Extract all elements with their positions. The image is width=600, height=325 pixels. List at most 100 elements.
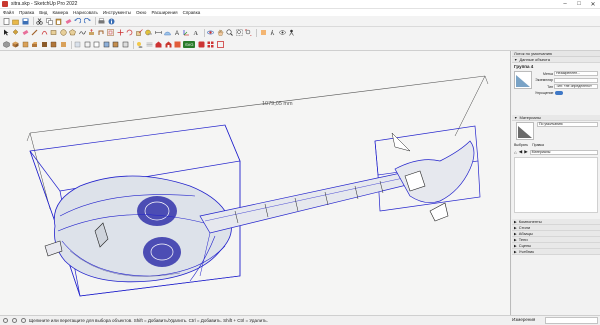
polygon-icon[interactable] [69, 29, 77, 37]
scale-icon[interactable] [135, 29, 143, 37]
hidden-line-style-icon[interactable] [93, 41, 101, 49]
wireframe-style-icon[interactable] [83, 41, 91, 49]
geo-location-icon[interactable] [3, 318, 8, 323]
circle-icon[interactable] [59, 29, 67, 37]
offset-icon[interactable] [107, 29, 115, 37]
menu-edit[interactable]: Правка [19, 10, 34, 15]
3d-text-icon[interactable]: A [192, 29, 200, 37]
paste-icon[interactable] [55, 17, 63, 25]
type-select[interactable]: Тип: «не определено» [554, 84, 598, 89]
credits-icon[interactable] [12, 318, 17, 323]
copy-icon[interactable] [45, 17, 53, 25]
extension-warehouse-icon[interactable] [164, 41, 172, 49]
materials-grid[interactable] [514, 157, 598, 213]
fog-icon[interactable] [145, 41, 153, 49]
save-icon[interactable] [21, 17, 29, 25]
eraser-icon[interactable] [21, 29, 29, 37]
svg-export-icon[interactable]: SVG [183, 41, 196, 48]
undo-icon[interactable] [74, 17, 82, 25]
freehand-icon[interactable] [78, 29, 86, 37]
menu-file[interactable]: Файл [3, 10, 14, 15]
menu-tools[interactable]: Инструменты [103, 10, 131, 15]
maximize-button[interactable]: □ [572, 0, 586, 9]
section-instructor[interactable]: ▶ Учебник [512, 249, 600, 255]
menu-draw[interactable]: Нарисовать [73, 10, 98, 15]
zoom-window-icon[interactable] [235, 29, 243, 37]
zoom-extents-icon[interactable] [245, 29, 253, 37]
dimension-icon[interactable] [154, 29, 162, 37]
expand-triangle-icon[interactable]: ▶ [514, 238, 517, 242]
collapse-triangle-icon[interactable]: ▼ [514, 58, 517, 62]
close-button[interactable]: ✕ [586, 0, 600, 9]
walk-icon[interactable] [269, 29, 277, 37]
sitar-model[interactable] [44, 132, 475, 283]
simplify-toggle[interactable] [555, 90, 563, 95]
back-icon[interactable]: ◀ [519, 149, 522, 155]
layer-select[interactable]: Незакреплен... [554, 71, 598, 76]
front-view-icon[interactable] [31, 41, 39, 49]
rectangle-icon[interactable] [50, 29, 58, 37]
monochrome-style-icon[interactable] [121, 41, 129, 49]
help-circle-icon[interactable] [21, 318, 26, 323]
component-icon[interactable] [2, 41, 10, 49]
tape-measure-icon[interactable] [145, 29, 153, 37]
shaded-style-icon[interactable] [102, 41, 110, 49]
menu-help[interactable]: Справка [183, 10, 201, 15]
redo-icon[interactable] [83, 17, 91, 25]
axes-icon[interactable] [183, 29, 191, 37]
cut-icon[interactable] [36, 17, 44, 25]
section-plane-icon[interactable] [259, 29, 267, 37]
expand-triangle-icon[interactable]: ▶ [514, 226, 517, 230]
menu-camera[interactable]: Камера [52, 10, 68, 15]
tab-edit[interactable]: Правка [532, 143, 544, 147]
look-around-icon[interactable] [278, 29, 286, 37]
expand-triangle-icon[interactable]: ▶ [514, 220, 517, 224]
plugin-red-icon[interactable] [197, 41, 205, 49]
material-name-field[interactable]: По умолчанию [537, 122, 598, 127]
instance-input[interactable] [554, 77, 598, 83]
collapse-triangle-icon[interactable]: ▼ [514, 116, 517, 120]
print-icon[interactable] [98, 17, 106, 25]
minimize-button[interactable]: – [558, 0, 572, 9]
new-file-icon[interactable] [2, 17, 10, 25]
iso-view-icon[interactable] [12, 41, 20, 49]
top-view-icon[interactable] [21, 41, 29, 49]
arc-icon[interactable] [40, 29, 48, 37]
warehouse-icon[interactable] [155, 41, 163, 49]
model-info-icon[interactable] [107, 17, 115, 25]
rotate-icon[interactable] [126, 29, 134, 37]
pan-hand-icon[interactable] [216, 29, 224, 37]
drawing-viewport[interactable]: 1079,05 mm [0, 51, 511, 315]
push-pull-icon[interactable] [88, 29, 96, 37]
xray-style-icon[interactable] [74, 41, 82, 49]
menu-window[interactable]: Окно [136, 10, 146, 15]
left-view-icon[interactable] [59, 41, 67, 49]
back-view-icon[interactable] [50, 41, 58, 49]
shadows-icon[interactable] [136, 41, 144, 49]
select-arrow-icon[interactable] [2, 29, 10, 37]
dimension-label[interactable]: 1079,05 mm [262, 101, 293, 107]
plugin-grid-icon[interactable] [207, 41, 215, 49]
home-icon[interactable]: ⌂ [514, 150, 517, 155]
plugin-box-icon[interactable] [216, 41, 224, 49]
expand-triangle-icon[interactable]: ▶ [514, 244, 517, 248]
right-view-icon[interactable] [40, 41, 48, 49]
tab-select[interactable]: Выбрать [514, 143, 528, 147]
materials-collection-select[interactable]: Материалы [529, 149, 598, 155]
layout-icon[interactable] [174, 41, 182, 49]
measurements-input[interactable] [545, 317, 598, 324]
open-folder-icon[interactable] [12, 17, 20, 25]
protractor-icon[interactable] [164, 29, 172, 37]
paint-bucket-icon[interactable] [12, 29, 20, 37]
erase-icon[interactable] [64, 17, 72, 25]
expand-triangle-icon[interactable]: ▶ [514, 232, 517, 236]
text-icon[interactable]: A [173, 29, 181, 37]
orbit-icon[interactable] [207, 29, 215, 37]
position-camera-icon[interactable] [288, 29, 296, 37]
menu-view[interactable]: Вид [39, 10, 47, 15]
move-icon[interactable] [116, 29, 124, 37]
line-pencil-icon[interactable] [31, 29, 39, 37]
model-canvas[interactable]: 1079,05 mm [0, 51, 511, 315]
zoom-icon[interactable] [226, 29, 234, 37]
forward-icon[interactable]: ▶ [524, 149, 527, 155]
